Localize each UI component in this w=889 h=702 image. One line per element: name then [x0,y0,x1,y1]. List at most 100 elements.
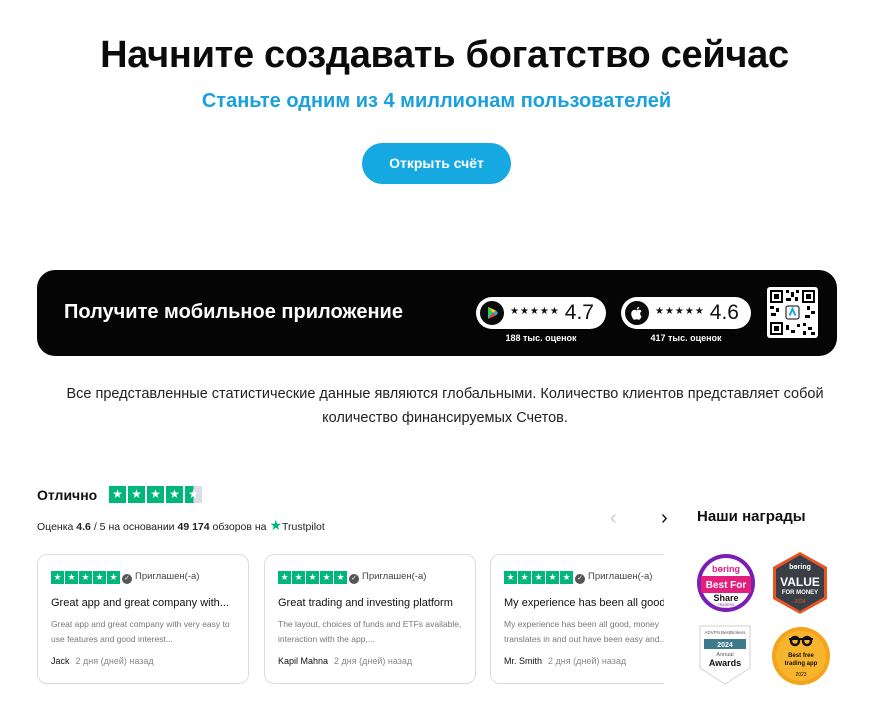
chevron-left-icon[interactable]: ‹ [610,507,617,530]
review-title: Great trading and investing platform [278,597,453,609]
star-icon: ★ [166,486,183,503]
trustpilot-score: 4.6 [76,521,91,533]
star-icon: ★ [128,486,145,503]
award-line: Share [713,593,738,603]
statistics-disclaimer: Все представленные статистические данные… [66,386,824,426]
check-icon: ✓ [575,574,585,584]
award-line: 2024 [794,599,805,605]
review-meta: Kapil Mahna 2 дня (дней) назад [278,656,412,666]
award-brand: bɵring [789,564,811,571]
star-icon: ★ [147,486,164,503]
app-store-badge[interactable]: ★★★★★ 4.6 [621,297,751,329]
qr-code [767,287,818,338]
trustpilot-summary-prefix: Оценка [37,521,74,533]
award-value-for-money: bɵring VALUE FOR MONEY 2024 [771,551,829,620]
verified-badge: ✓ Приглашен(-а) [349,571,426,584]
half-star-icon: ★ [185,486,202,503]
award-line: Best For [706,580,747,591]
google-play-rating: 4.7 [564,301,594,324]
award-line: 2024 [722,607,730,611]
google-play-caption: 188 тыс. оценок [505,333,577,343]
review-stars: ★ ★ ★ ★ ★ [504,571,573,584]
review-card[interactable]: ★ ★ ★ ★ ★ ✓ Приглашен(-а) Great app and great… [37,554,249,684]
star-icon: ★ [504,571,517,584]
page-title: Начните создавать богатство сейчас [100,34,789,76]
star-icon: ★ [518,571,531,584]
reviews-carousel: ★ ★ ★ ★ ★ ✓ Приглашен(-а) Great app and great… [37,554,664,686]
review-author: Jack [51,656,70,666]
review-author: Kapil Mahna [278,656,329,666]
review-stars: ★ ★ ★ ★ ★ [51,571,120,584]
star-icon: ★ [278,571,291,584]
star-icon: ★ [93,571,106,584]
star-icon: ★ [107,571,120,584]
trustpilot-label: Отлично [37,487,98,503]
google-play-stars: ★★★★★ [510,306,560,317]
review-body: Great app and great company with very ea… [51,619,230,644]
award-line: VALUE [780,575,820,589]
review-date: 2 дня (дней) назад [75,656,154,666]
review-stars: ★ ★ ★ ★ ★ [278,571,347,584]
trustpilot-stars: ★ ★ ★ ★ ★ [109,486,202,503]
star-icon: ★ [320,571,333,584]
star-icon: ★ [109,486,126,503]
star-icon: ★ [306,571,319,584]
review-title: My experience has been all good [504,597,664,609]
trustpilot-summary[interactable]: Оценка 4.6 / 5 на основании 49 174 обзор… [37,517,325,534]
review-body: The layout, choices of funds and ETFs av… [278,619,462,644]
review-meta: Mr. Smith 2 дня (дней) назад [504,656,626,666]
review-card[interactable]: ★ ★ ★ ★ ★ ✓ Приглашен(-а) My experience has b… [490,554,664,684]
app-store-caption: 417 тыс. оценок [650,333,722,343]
awards-title: Наши награды [697,508,806,525]
star-icon: ★ [546,571,559,584]
award-best-free-trading-app: Best free trading app 2023 [771,626,831,691]
open-account-button[interactable]: Открыть счёт [362,143,511,184]
mobile-app-title: Получите мобильное приложение [64,301,403,323]
trustpilot-review-count: 49 174 [177,521,210,533]
star-icon: ★ [292,571,305,584]
award-line: 2024 [717,642,733,649]
app-store-stars: ★★★★★ [655,306,705,317]
review-date: 2 дня (дней) назад [334,656,413,666]
review-date: 2 дня (дней) назад [548,656,627,666]
star-icon: ★ [560,571,573,584]
star-icon: ★ [532,571,545,584]
verified-badge: ✓ Приглашен(-а) [575,571,652,584]
check-icon: ✓ [122,574,132,584]
trustpilot-summary-mid: на основании [108,521,175,533]
award-brand: bɵring [712,564,740,574]
trustpilot-scale: / 5 [93,521,106,533]
star-icon: ★ [65,571,78,584]
award-line: Best free [788,653,814,659]
review-body: My experience has been all good, money t… [504,619,664,644]
award-brand: ADVFN BestBrokers [704,630,746,635]
google-play-icon [480,301,504,325]
review-meta: Jack 2 дня (дней) назад [51,656,154,666]
page-subtitle: Станьте одним из 4 миллионам пользовател… [201,90,672,112]
award-line: 2023 [795,672,806,678]
award-best-for-share: bɵring Best For Share TRADERS 2024 [695,552,757,619]
trustpilot-brand: Trustpilot [282,521,325,533]
apple-icon [625,301,649,325]
check-icon: ✓ [349,574,359,584]
chevron-right-icon[interactable]: › [661,507,668,530]
review-card[interactable]: ★ ★ ★ ★ ★ ✓ Приглашен(-а) Great trading and i… [264,554,476,684]
star-icon: ★ [51,571,64,584]
star-icon: ★ [334,571,347,584]
award-line: Awards [709,658,741,668]
verified-label: Приглашен(-а) [135,571,200,582]
trustpilot-summary-suffix: обзоров на [212,521,267,533]
review-author: Mr. Smith [504,656,543,666]
google-play-badge[interactable]: ★★★★★ 4.7 [476,297,606,329]
star-icon: ★ [79,571,92,584]
trustpilot-star-icon: ★ [269,517,282,533]
verified-badge: ✓ Приглашен(-а) [122,571,199,584]
award-line: trading app [785,661,818,667]
app-store-rating: 4.6 [709,301,739,324]
review-title: Great app and great company with... [51,597,229,609]
award-annual-awards: ADVFN BestBrokers 2024 Annual Awards [696,624,754,691]
mobile-app-banner: Получите мобильное приложение ★★★★★ 4.7 … [37,270,837,356]
verified-label: Приглашен(-а) [588,571,653,582]
award-line: FOR MONEY [782,590,818,596]
verified-label: Приглашен(-а) [362,571,427,582]
